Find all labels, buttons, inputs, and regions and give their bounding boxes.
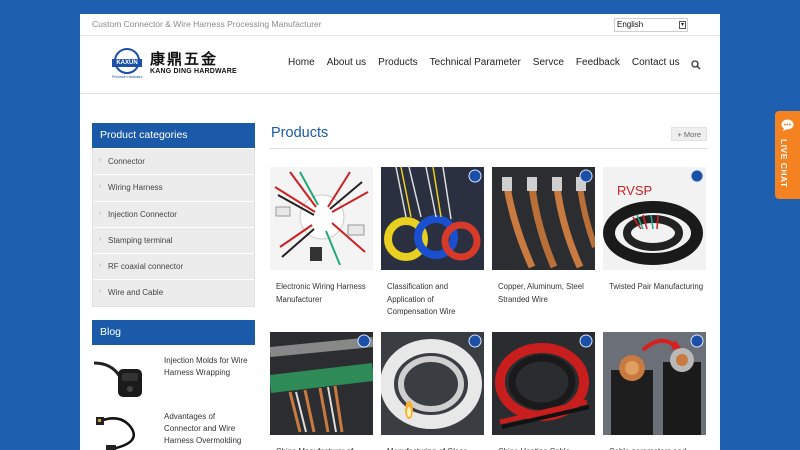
blog-post-title: Injection Molds for Wire Harness Wrappin… xyxy=(164,355,248,377)
rvsp-label: RVSP xyxy=(617,183,652,198)
more-button[interactable]: + More xyxy=(671,127,707,141)
product-card[interactable]: RVSP Twisted Pair Manufacturing xyxy=(603,167,706,294)
products-header: Products + More xyxy=(270,123,708,149)
category-wiring-harness[interactable]: › Wiring Harness xyxy=(93,174,254,201)
product-image: RVSP xyxy=(603,167,706,270)
blog-post[interactable]: Injection Molds for Wire Harness Wrappin… xyxy=(92,354,255,401)
top-bar: Custom Connector & Wire Harness Processi… xyxy=(80,14,720,36)
products-title: Products xyxy=(271,125,329,141)
product-image xyxy=(380,332,484,435)
nav-about-us[interactable]: About us xyxy=(327,57,366,68)
product-image xyxy=(603,332,706,435)
nav-feedback[interactable]: Feedback xyxy=(576,57,620,68)
main-nav: Home About us Products Technical Paramet… xyxy=(288,57,692,68)
site-header: KAXUN Precision Hardware 康鼎五金 KANG DING … xyxy=(80,36,720,94)
live-chat-button[interactable]: LIVE CHAT xyxy=(775,111,800,199)
nav-technical-parameter[interactable]: Technical Parameter xyxy=(430,57,521,68)
product-title: Manufacturing of Glass xyxy=(381,440,484,450)
chevron-right-icon: › xyxy=(99,235,102,243)
product-grid: Electronic Wiring Harness Manufacturer C… xyxy=(268,166,708,450)
product-card[interactable]: Manufacturing of Glass xyxy=(380,332,484,450)
live-chat-label: LIVE CHAT xyxy=(779,139,789,188)
product-title: Twisted Pair Manufacturing xyxy=(609,282,704,291)
product-card[interactable]: Cable parameters and xyxy=(603,332,706,450)
product-title: Copper, Aluminum, Steel Stranded Wire xyxy=(498,282,584,304)
blog-thumbnail xyxy=(92,410,154,450)
category-injection-connector[interactable]: › Injection Connector xyxy=(93,200,254,227)
page-container: Custom Connector & Wire Harness Processi… xyxy=(80,14,720,450)
product-image xyxy=(268,332,375,435)
language-select[interactable]: English ▾ xyxy=(614,18,688,32)
category-stamping-terminal[interactable]: › Stamping terminal xyxy=(93,226,254,254)
product-image xyxy=(381,166,484,270)
site-logo[interactable]: KAXUN Precision Hardware 康鼎五金 KANG DING … xyxy=(112,48,237,79)
blog-heading: Blog xyxy=(92,319,255,345)
search-icon[interactable] xyxy=(691,60,701,70)
product-card[interactable]: China Heating Cable xyxy=(492,332,595,450)
chevron-down-icon: ▾ xyxy=(679,21,686,29)
nav-service[interactable]: Servce xyxy=(533,57,564,68)
categories-heading: Product categories xyxy=(92,123,255,148)
chevron-right-icon: › xyxy=(99,288,102,296)
nav-contact-us[interactable]: Contact us xyxy=(632,57,680,68)
logo-chinese-name: 康鼎五金 xyxy=(150,50,219,68)
chat-bubble-icon xyxy=(781,119,794,131)
sidebar: Product categories › Connector › Wiring Ha… xyxy=(92,123,255,450)
category-list: › Connector › Wiring Harness › Injection Co… xyxy=(92,148,255,307)
blog-thumbnail xyxy=(92,354,154,401)
nav-home[interactable]: Home xyxy=(288,57,315,68)
site-tagline: Custom Connector & Wire Harness Processi… xyxy=(92,19,322,29)
blog-post-title: Advantages of Connector and Wire Harness… xyxy=(164,411,242,445)
chevron-right-icon: › xyxy=(99,262,102,270)
chevron-right-icon: › xyxy=(99,183,102,191)
product-card[interactable]: Copper, Aluminum, Steel Stranded Wire xyxy=(492,167,598,306)
product-title: Electronic Wiring Harness Manufacturer xyxy=(276,282,366,304)
product-title: China Heating Cable xyxy=(492,440,595,450)
products-section: Products + More Electronic Wiring Harnes… xyxy=(268,123,708,450)
chevron-right-icon: › xyxy=(99,157,102,164)
chevron-right-icon: › xyxy=(99,209,102,217)
language-value: English xyxy=(617,20,644,29)
blog-post[interactable]: Advantages of Connector and Wire Harness… xyxy=(92,410,255,450)
category-rf-coaxial-connector[interactable]: › RF coaxial connector xyxy=(93,253,254,280)
logo-english-name: KANG DING HARDWARE xyxy=(150,68,237,75)
nav-products[interactable]: Products xyxy=(378,57,417,68)
product-title: Cable parameters and xyxy=(603,440,706,450)
product-card[interactable]: Electronic Wiring Harness Manufacturer xyxy=(270,167,373,306)
category-wire-and-cable[interactable]: › Wire and Cable xyxy=(93,279,254,306)
product-card[interactable]: China Manufacturer of xyxy=(268,332,375,450)
blog-section: Blog Injection Molds for Wire Harness Wr… xyxy=(92,319,255,450)
product-title: China Manufacturer of xyxy=(270,440,373,450)
product-image xyxy=(270,167,373,270)
product-image xyxy=(492,332,595,435)
logo-emblem: KAXUN Precision Hardware xyxy=(112,48,143,79)
category-connector[interactable]: › Connector xyxy=(93,148,254,175)
product-image xyxy=(492,167,598,270)
product-title: Classification and Application of Compen… xyxy=(387,282,456,316)
product-card[interactable]: Classification and Application of Compen… xyxy=(381,166,484,319)
